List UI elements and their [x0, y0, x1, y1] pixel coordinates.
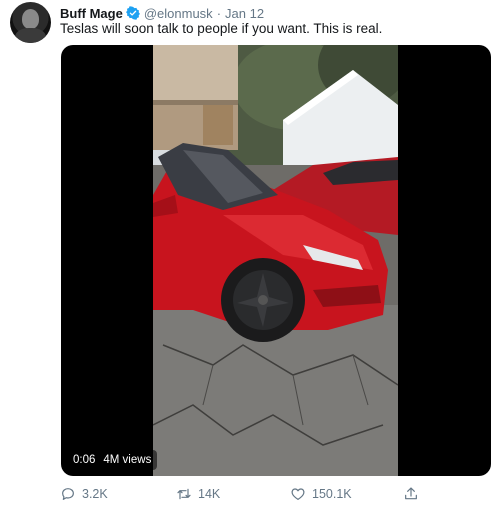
video-views: 4M views	[103, 454, 152, 466]
tweet-actions: 3.2K 14K 150.1K	[60, 484, 440, 504]
video-meta: 0:06 4M views	[67, 450, 158, 470]
retweet-icon	[177, 488, 191, 500]
tweet-header: Buff Mage @elonmusk · Jan 12	[60, 4, 264, 22]
video-still	[153, 45, 398, 476]
retweet-button[interactable]: 14K	[176, 484, 220, 504]
avatar[interactable]	[10, 2, 51, 43]
separator-dot: ·	[216, 5, 222, 21]
avatar-body	[15, 28, 46, 43]
tweet-card: Buff Mage @elonmusk · Jan 12 Teslas will…	[0, 0, 499, 507]
video-player[interactable]: 0:06 4M views	[61, 45, 491, 476]
user-handle[interactable]: @elonmusk	[144, 6, 213, 21]
retweet-count: 14K	[198, 487, 221, 501]
tweet-text: Teslas will soon talk to people if you w…	[60, 21, 383, 36]
video-frame[interactable]	[153, 45, 398, 476]
like-button[interactable]: 150.1K	[290, 484, 352, 504]
video-time: 0:06	[73, 454, 96, 466]
reply-icon	[62, 488, 74, 500]
reply-count: 3.2K	[82, 487, 108, 501]
avatar-head	[22, 9, 39, 29]
like-count: 150.1K	[312, 487, 352, 501]
tweet-date[interactable]: Jan 12	[225, 6, 264, 21]
heart-icon	[291, 488, 305, 500]
share-icon	[405, 487, 417, 500]
display-name[interactable]: Buff Mage	[60, 6, 123, 21]
reply-button[interactable]: 3.2K	[60, 484, 108, 504]
share-button[interactable]	[403, 484, 419, 504]
verified-badge-icon	[125, 6, 140, 20]
